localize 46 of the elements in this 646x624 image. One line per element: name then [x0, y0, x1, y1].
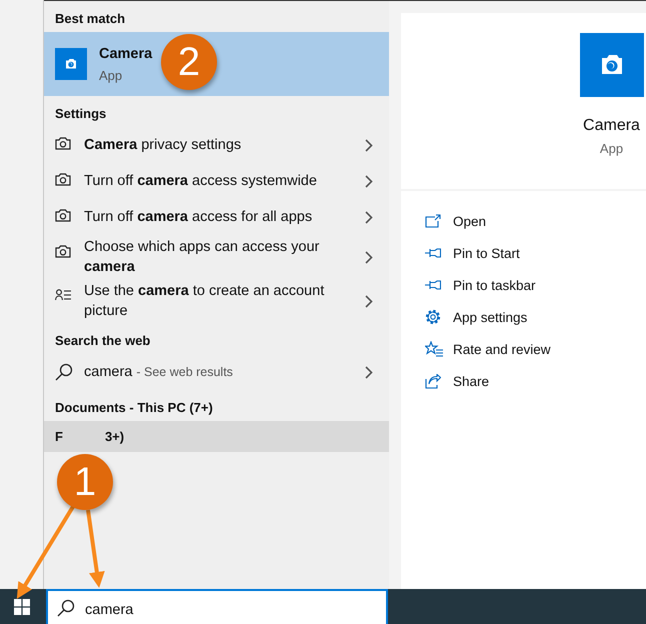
setting-result[interactable]: Camera privacy settings	[44, 127, 389, 163]
share-icon	[425, 374, 441, 388]
search-field[interactable]: camera	[46, 589, 388, 624]
section-heading: Best match	[54, 10, 126, 28]
setting-label: Turn off camera access systemwide	[84, 172, 317, 191]
chevron-icon	[365, 250, 373, 264]
action-link[interactable]: Pin to taskbar	[425, 269, 536, 301]
section-heading: F	[55, 429, 63, 444]
action-link[interactable]: App settings	[425, 301, 528, 333]
setting-result[interactable]: Turn off camera access for all apps	[44, 199, 389, 235]
chevron-icon	[365, 294, 373, 308]
star-list-icon	[425, 340, 443, 358]
action-link[interactable]: Share	[425, 365, 490, 397]
setting-label: Camera privacy settings	[84, 136, 242, 155]
camera-icon	[55, 137, 71, 150]
app-type: App	[600, 141, 624, 156]
windows-logo-icon[interactable]	[14, 598, 30, 614]
section-heading: Search the web	[54, 332, 152, 350]
gear-icon	[425, 309, 441, 325]
setting-result[interactable]: Turn off camera access systemwide	[44, 163, 389, 199]
chevron-icon	[365, 210, 373, 224]
chevron-icon	[365, 138, 373, 152]
camera-app-icon	[580, 33, 644, 97]
section-heading: Documents - This PC (7+)	[54, 399, 214, 417]
setting-label: Turn off camera access for all apps	[84, 208, 312, 227]
section-heading: Settings	[54, 105, 108, 123]
camera-icon	[55, 209, 71, 222]
action-link[interactable]: Pin to Start	[425, 237, 520, 269]
camera-icon	[55, 173, 71, 186]
account-icon	[55, 289, 71, 301]
chevron-icon	[365, 174, 373, 188]
camera-app-icon	[55, 48, 87, 80]
action-link[interactable]: Rate and review	[425, 333, 551, 365]
setting-label: Use the camera to create an account picture	[84, 282, 326, 321]
pin-icon	[425, 248, 441, 258]
chevron-icon	[365, 366, 373, 378]
camera-icon	[55, 245, 71, 258]
web-result[interactable]: camera - See web results	[44, 354, 389, 390]
section-heading: 3+)	[104, 429, 124, 444]
open-icon	[425, 214, 441, 228]
search-icon	[55, 363, 73, 381]
setting-result[interactable]: Use the camera to create an account picture	[44, 279, 389, 323]
action-link[interactable]: Open	[425, 205, 486, 237]
pin-icon	[425, 280, 441, 290]
app-name: Camera	[583, 117, 640, 135]
search-icon	[57, 599, 75, 617]
